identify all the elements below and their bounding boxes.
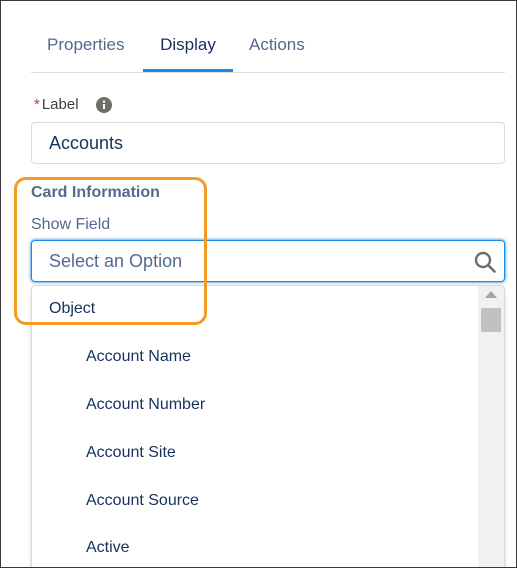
- list-item[interactable]: Active: [86, 539, 130, 557]
- show-field-combobox[interactable]: Select an Option: [31, 240, 505, 282]
- options-listbox: Object Account Name Account Number Accou…: [31, 285, 505, 567]
- list-item[interactable]: Account Name: [86, 348, 191, 366]
- label-text: Label: [41, 96, 79, 113]
- list-item[interactable]: Account Site: [86, 444, 176, 462]
- tab-actions[interactable]: Actions: [233, 21, 321, 72]
- tab-properties[interactable]: Properties: [31, 21, 140, 72]
- scroll-thumb[interactable]: [481, 308, 501, 332]
- scroll-up-arrow-icon[interactable]: [485, 291, 497, 298]
- combobox-placeholder: Select an Option: [49, 251, 183, 271]
- tab-bar: Properties Display Actions: [31, 21, 505, 73]
- scrollbar[interactable]: [478, 286, 504, 567]
- tab-display[interactable]: Display: [143, 21, 233, 72]
- search-icon: [474, 251, 496, 273]
- card-information-heading: Card Information: [31, 184, 160, 201]
- label-field-label: * Label: [34, 96, 112, 118]
- show-field-label: Show Field: [31, 216, 111, 233]
- list-item[interactable]: Account Number: [86, 396, 205, 414]
- label-input[interactable]: Accounts: [31, 122, 505, 164]
- list-item[interactable]: Account Source: [86, 492, 199, 510]
- required-marker: *: [34, 96, 40, 113]
- info-icon[interactable]: [96, 97, 112, 113]
- listbox-group-header: Object: [49, 300, 96, 317]
- panel-frame: Properties Display Actions * Label Accoun…: [0, 0, 517, 568]
